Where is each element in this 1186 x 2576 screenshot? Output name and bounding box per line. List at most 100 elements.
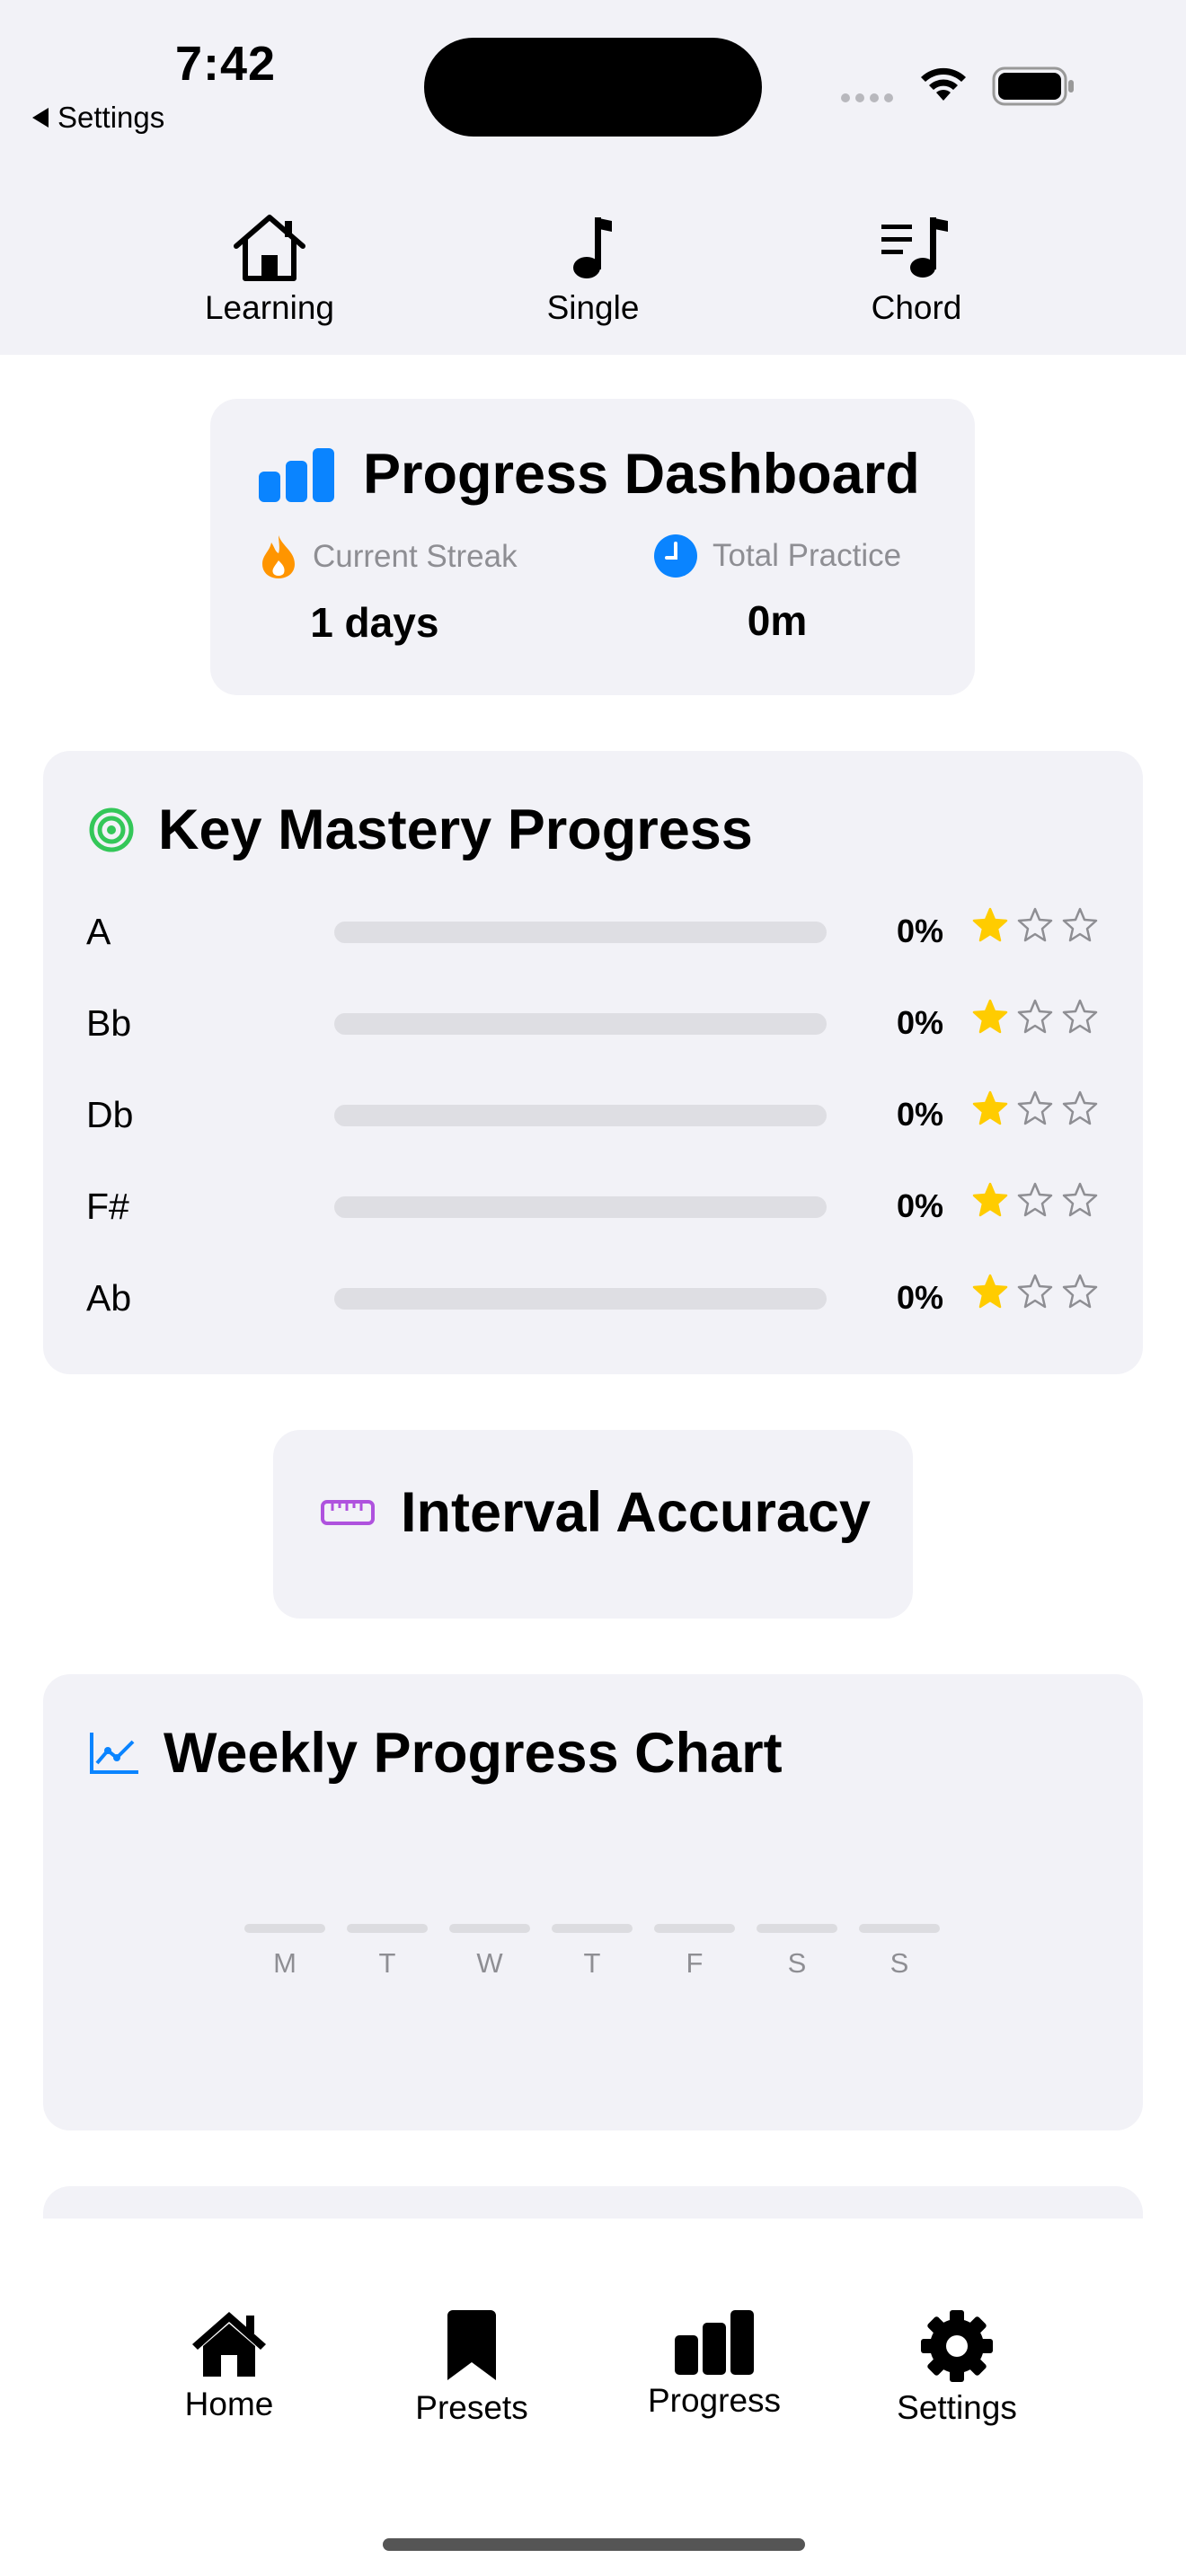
dynamic-island	[424, 38, 762, 137]
back-label: Settings	[58, 101, 165, 134]
star-empty-icon	[1062, 999, 1098, 1034]
key-mastery-title: Key Mastery Progress	[158, 798, 753, 861]
star-filled-icon	[972, 999, 1008, 1034]
streak-label: Current Streak	[313, 539, 518, 574]
interval-accuracy-card[interactable]: Interval Accuracy	[273, 1430, 913, 1619]
tab-presets[interactable]: Presets	[364, 2308, 580, 2427]
tab-presets-label: Presets	[415, 2389, 528, 2426]
target-icon	[89, 807, 134, 852]
bar-chart-icon	[259, 448, 334, 502]
mode-chord-tab[interactable]: Chord	[809, 212, 1024, 327]
day-bar	[757, 1924, 837, 1933]
key-progress-bar	[334, 1196, 827, 1218]
star-empty-icon	[1017, 999, 1053, 1034]
key-progress-bar	[334, 1013, 827, 1035]
key-name: Bb	[86, 1002, 132, 1044]
star-empty-icon	[1017, 1182, 1053, 1217]
day-bar	[244, 1924, 325, 1933]
next-card-peek	[43, 2186, 1143, 2222]
day-label: T	[378, 1947, 396, 1979]
interval-title: Interval Accuracy	[401, 1481, 871, 1544]
day-label: S	[890, 1947, 909, 1979]
key-mastery-card: Key Mastery Progress A 0% Bb 0% Db 0% F#…	[43, 751, 1143, 1374]
day-label: F	[686, 1947, 704, 1979]
key-progress-bar	[334, 1105, 827, 1126]
note-list-icon	[881, 217, 948, 278]
current-streak-stat: Current Streak 1 days	[259, 534, 518, 647]
streak-value: 1 days	[310, 599, 439, 646]
star-empty-icon	[1062, 1090, 1098, 1125]
weekly-header: Weekly Progress Chart	[88, 1721, 783, 1786]
line-chart-icon	[90, 1733, 138, 1774]
tab-settings[interactable]: Settings	[849, 2308, 1065, 2427]
weekly-progress-card: Weekly Progress Chart M T W T F S S	[43, 1674, 1143, 2130]
key-star-rating	[972, 1182, 1098, 1218]
wifi-icon	[921, 67, 966, 101]
star-empty-icon	[1017, 907, 1053, 942]
back-to-settings-link[interactable]: Settings	[32, 101, 164, 135]
key-percent: 0%	[897, 1004, 944, 1041]
tab-progress-label: Progress	[647, 2382, 782, 2419]
day-bar	[859, 1924, 940, 1933]
house-icon	[234, 215, 305, 281]
mode-chord-label: Chord	[871, 289, 962, 326]
star-filled-icon	[972, 907, 1008, 942]
day-bar	[449, 1924, 530, 1933]
day-column: W	[449, 1924, 530, 1980]
star-empty-icon	[1062, 1182, 1098, 1217]
dashboard-title: Progress Dashboard	[363, 443, 920, 506]
day-bar	[347, 1924, 428, 1933]
key-star-rating	[972, 1274, 1098, 1310]
cellular-signal-icon	[841, 93, 893, 102]
key-progress-bar	[334, 922, 827, 943]
progress-dashboard-card: Progress Dashboard Current Streak 1 days…	[210, 399, 975, 695]
day-column: T	[347, 1924, 428, 1980]
key-row: Ab 0%	[43, 1270, 1143, 1324]
day-column: T	[552, 1924, 633, 1980]
key-row: Db 0%	[43, 1087, 1143, 1141]
practice-value: 0m	[747, 597, 808, 644]
day-label: S	[787, 1947, 807, 1979]
key-percent: 0%	[897, 1187, 944, 1224]
clock-icon	[654, 534, 697, 578]
total-practice-stat: Total Practice 0m	[653, 534, 901, 645]
ruler-icon	[321, 1500, 375, 1525]
star-empty-icon	[1062, 907, 1098, 942]
key-percent: 0%	[897, 913, 944, 949]
star-filled-icon	[972, 1274, 1008, 1309]
bookmark-icon	[447, 2310, 496, 2380]
tab-progress[interactable]: Progress	[606, 2308, 822, 2420]
battery-icon	[992, 66, 1074, 106]
star-empty-icon	[1017, 1274, 1053, 1309]
tab-home[interactable]: Home	[121, 2308, 337, 2423]
day-column: S	[859, 1924, 940, 1980]
star-empty-icon	[1062, 1274, 1098, 1309]
mode-learning-label: Learning	[204, 289, 334, 326]
key-star-rating	[972, 999, 1098, 1035]
day-bar	[654, 1924, 735, 1933]
interval-header: Interval Accuracy	[320, 1480, 871, 1545]
day-column: S	[757, 1924, 837, 1980]
key-row: A 0%	[43, 904, 1143, 957]
home-indicator	[383, 2538, 805, 2551]
weekly-bars: M T W T F S S	[244, 1924, 940, 1980]
key-name: F#	[86, 1186, 129, 1227]
key-name: Ab	[86, 1277, 132, 1319]
weekly-title: Weekly Progress Chart	[164, 1722, 783, 1785]
mode-nav: Learning Single Chord	[0, 212, 1186, 347]
status-time: 7:42	[175, 37, 277, 91]
key-percent: 0%	[897, 1279, 944, 1316]
day-bar	[552, 1924, 633, 1933]
key-star-rating	[972, 907, 1098, 943]
key-name: A	[86, 911, 111, 952]
bottom-tab-bar: Home Presets Progress Settings	[0, 2219, 1186, 2576]
house-fill-icon	[192, 2312, 266, 2377]
star-filled-icon	[972, 1182, 1008, 1217]
day-column: M	[244, 1924, 325, 1980]
key-mastery-header: Key Mastery Progress	[88, 798, 753, 862]
back-arrow-icon	[32, 108, 49, 128]
mode-learning-tab[interactable]: Learning	[162, 212, 377, 327]
gear-icon	[921, 2310, 993, 2382]
tab-home-label: Home	[184, 2386, 274, 2422]
mode-single-tab[interactable]: Single	[485, 212, 701, 327]
